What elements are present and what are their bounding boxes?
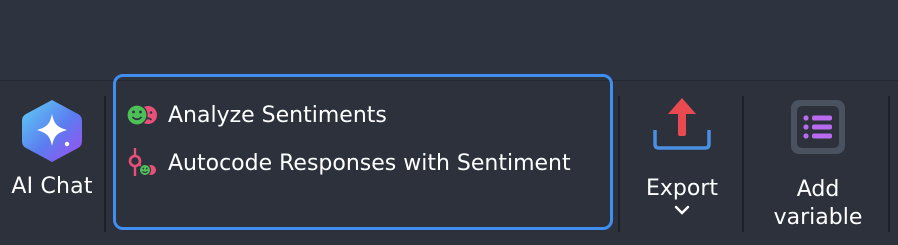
add-variable-label-line1: Add bbox=[796, 177, 840, 202]
export-label: Export bbox=[645, 176, 718, 201]
add-variable-label: Add variable bbox=[774, 176, 863, 232]
autocode-sentiment-label: Autocode Responses with Sentiment bbox=[168, 150, 571, 176]
ai-chat-button[interactable]: AI Chat bbox=[0, 92, 104, 222]
toolbar-divider bbox=[618, 96, 620, 232]
export-button[interactable]: Export bbox=[630, 92, 734, 237]
autocode-sentiment-button[interactable]: Autocode Responses with Sentiment bbox=[124, 143, 571, 183]
ai-chat-label: AI Chat bbox=[11, 174, 93, 199]
ai-sparkle-icon bbox=[19, 96, 85, 166]
autocode-sentiment-icon bbox=[124, 146, 164, 180]
chevron-down-icon[interactable] bbox=[673, 201, 691, 220]
add-variable-label-line2: variable bbox=[773, 205, 863, 230]
analyze-sentiments-label: Analyze Sentiments bbox=[168, 102, 387, 128]
list-icon bbox=[789, 98, 847, 160]
toolbar-divider bbox=[742, 96, 744, 232]
window-top-bar bbox=[0, 0, 898, 80]
add-variable-button[interactable]: Add variable bbox=[756, 98, 880, 238]
toolbar-divider bbox=[104, 96, 106, 232]
toolbar-divider bbox=[888, 96, 890, 232]
sentiment-faces-icon bbox=[124, 98, 164, 132]
sentiment-menu-group: Analyze Sentiments Autocode Responses wi… bbox=[113, 74, 613, 230]
upload-icon bbox=[651, 92, 713, 158]
analyze-sentiments-button[interactable]: Analyze Sentiments bbox=[124, 95, 387, 135]
